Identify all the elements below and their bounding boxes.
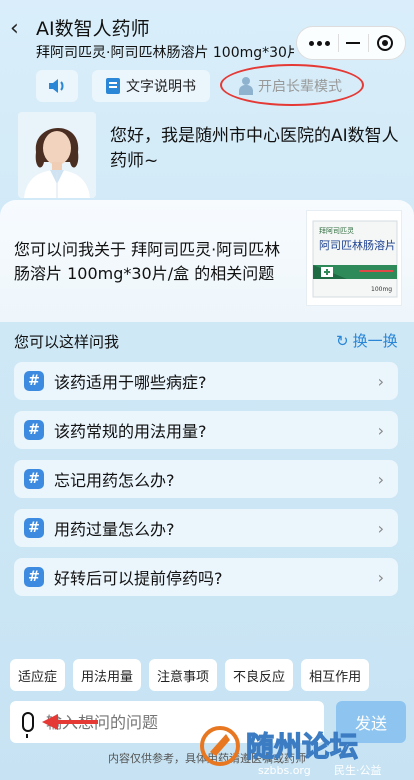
more-dots-icon[interactable] xyxy=(308,40,330,46)
hashtag-icon: # xyxy=(24,469,44,489)
suggestion-label: 该药常规的用法用量? xyxy=(54,422,207,441)
suggestion-item[interactable]: # 用药过量怎么办? › xyxy=(14,509,398,547)
intro-text: 您可以问我关于 拜阿司匹灵·阿司匹林肠溶片 100mg*30片/盒 的相关问题 xyxy=(14,240,281,283)
drug-subtitle: 拜阿司匹灵·阿司匹林肠溶片 100mg*30片/盒 xyxy=(36,45,294,61)
capsule-divider xyxy=(337,34,339,52)
suggestion-item[interactable]: # 该药适用于哪些病症? › xyxy=(14,362,398,400)
drug-box-top-label: 拜阿司匹灵 xyxy=(319,226,354,235)
greeting-message: 您好，我是随州市中心医院的AI数智人药师~ xyxy=(110,126,399,171)
quick-tag-dosage[interactable]: 用法用量 xyxy=(73,659,142,691)
watermark-slogan: 民生·公益 xyxy=(334,763,382,777)
forum-watermark: 随州论坛 szbbs.org 民生·公益 xyxy=(200,726,382,777)
ai-pharmacist-avatar xyxy=(18,112,96,198)
drug-package-image: 拜阿司匹灵 阿司匹林肠溶片 100mg xyxy=(306,210,402,306)
drug-box-dose: 100mg xyxy=(371,286,392,293)
watermark-site: szbbs.org xyxy=(258,764,311,777)
refresh-icon: ↻ xyxy=(336,331,349,350)
hashtag-icon: # xyxy=(24,420,44,440)
suggestion-label: 用药过量怎么办? xyxy=(54,520,175,539)
quick-tag-interactions[interactable]: 相互作用 xyxy=(301,659,370,691)
minus-icon[interactable] xyxy=(346,42,361,44)
quick-tag-precautions[interactable]: 注意事项 xyxy=(149,659,218,691)
suggestion-list: # 该药适用于哪些病症? › # 该药常规的用法用量? › # 忘记用药怎么办?… xyxy=(14,362,398,607)
drug-box-name: 阿司匹林肠溶片 xyxy=(319,238,396,252)
quick-tags: 适应症 用法用量 注意事项 不良反应 相互作用 xyxy=(10,659,406,691)
suggestion-item[interactable]: # 好转后可以提前停药吗? › xyxy=(14,558,398,596)
manual-label: 文字说明书 xyxy=(126,79,196,95)
suggestion-item[interactable]: # 忘记用药怎么办? › xyxy=(14,460,398,498)
back-chevron-icon[interactable]: ‹ xyxy=(10,16,19,41)
chevron-right-icon: › xyxy=(377,469,384,489)
suggestion-item[interactable]: # 该药常规的用法用量? › xyxy=(14,411,398,449)
suggestion-label: 好转后可以提前停药吗? xyxy=(54,569,223,588)
close-target-icon[interactable] xyxy=(377,35,394,51)
chevron-right-icon: › xyxy=(377,567,384,587)
document-icon xyxy=(106,78,120,94)
refresh-label: 换一换 xyxy=(352,332,398,350)
chevron-right-icon: › xyxy=(377,371,384,391)
sound-button[interactable] xyxy=(36,70,78,102)
refresh-button[interactable]: ↻ 换一换 xyxy=(336,330,398,351)
suggestions-title: 您可以这样问我 xyxy=(14,333,120,351)
suggestion-label: 忘记用药怎么办? xyxy=(54,471,175,490)
chevron-right-icon: › xyxy=(377,518,384,538)
microphone-icon[interactable] xyxy=(22,712,34,738)
suggestion-label: 该药适用于哪些病症? xyxy=(54,373,207,392)
quick-tag-indications[interactable]: 适应症 xyxy=(10,659,66,691)
mini-program-capsule xyxy=(296,26,406,60)
red-annotation-circle xyxy=(220,64,364,106)
quick-tag-side-effects[interactable]: 不良反应 xyxy=(225,659,294,691)
red-annotation-arrow xyxy=(42,714,98,730)
app-title: AI数智人药师 xyxy=(36,18,150,40)
header: ‹ AI数智人药师 拜阿司匹灵·阿司匹林肠溶片 100mg*30片/盒 xyxy=(0,0,414,66)
capsule-divider xyxy=(368,34,370,52)
watermark-brand: 随州论坛 xyxy=(246,730,358,763)
hashtag-icon: # xyxy=(24,518,44,538)
hashtag-icon: # xyxy=(24,371,44,391)
chevron-right-icon: › xyxy=(377,420,384,440)
hashtag-icon: # xyxy=(24,567,44,587)
manual-button[interactable]: 文字说明书 xyxy=(92,70,210,102)
speaker-icon xyxy=(49,79,64,93)
